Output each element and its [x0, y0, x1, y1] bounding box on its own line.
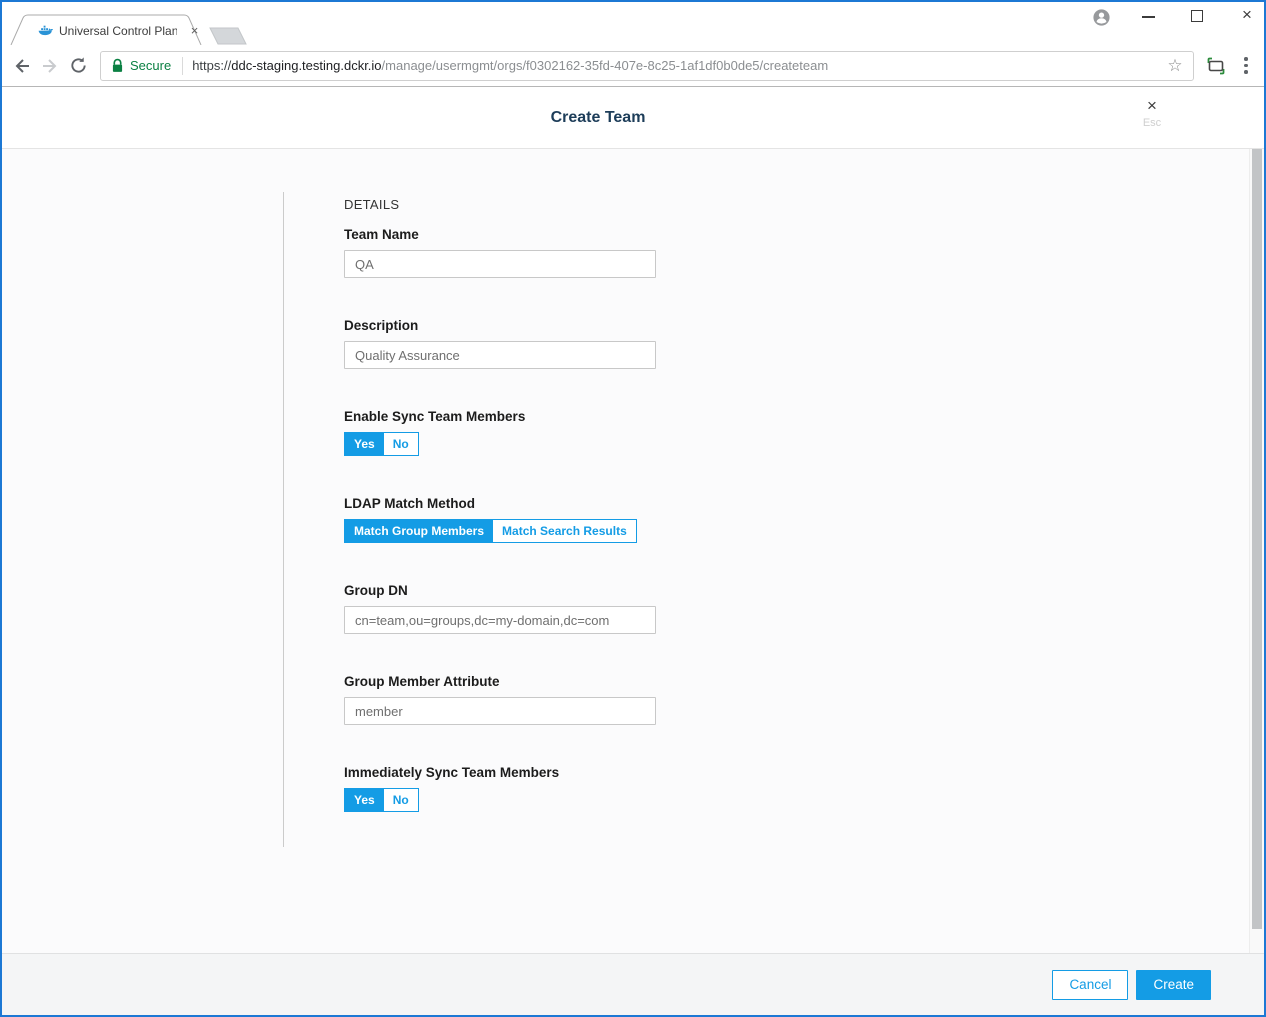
bookmark-star-icon[interactable]	[1163, 54, 1187, 78]
omnibox-divider	[182, 57, 183, 75]
window-close-icon[interactable]	[1238, 5, 1256, 25]
immediate-sync-toggle: Yes No	[344, 788, 419, 812]
details-section-heading: DETAILS	[344, 197, 656, 212]
forward-icon[interactable]	[36, 52, 64, 80]
back-icon[interactable]	[8, 52, 36, 80]
modal-close-button[interactable]: Esc	[1134, 96, 1170, 136]
ldap-match-toggle: Match Group Members Match Search Results	[344, 519, 637, 543]
group-member-attribute-label: Group Member Attribute	[344, 674, 656, 689]
esc-hint: Esc	[1134, 117, 1170, 129]
immediate-sync-group: Immediately Sync Team Members Yes No	[344, 765, 656, 812]
group-dn-label: Group DN	[344, 583, 656, 598]
group-dn-input[interactable]	[344, 606, 656, 634]
match-search-results-option[interactable]: Match Search Results	[493, 520, 636, 542]
url-path: /manage/usermgmt/orgs/f0302162-35fd-407e…	[382, 58, 829, 73]
create-button[interactable]: Create	[1136, 970, 1211, 1000]
create-team-form-area: DETAILS Team Name Description Enable Syn…	[2, 149, 1264, 953]
enable-sync-toggle: Yes No	[344, 432, 419, 456]
close-icon	[1134, 96, 1170, 116]
tab-close-icon[interactable]	[187, 23, 202, 39]
group-member-attribute-input[interactable]	[344, 697, 656, 725]
window-minimize-button[interactable]	[1142, 16, 1155, 18]
description-group: Description	[344, 318, 656, 369]
group-dn-group: Group DN	[344, 583, 656, 634]
description-input[interactable]	[344, 341, 656, 369]
page-title: Create Team	[551, 109, 716, 127]
immediate-sync-no-option[interactable]: No	[384, 789, 418, 811]
new-tab-button[interactable]	[210, 28, 246, 44]
scrollbar-thumb[interactable]	[1252, 149, 1262, 929]
browser-titlebar: Universal Control Plane	[2, 2, 1264, 45]
browser-tab[interactable]: Universal Control Plane	[22, 16, 202, 45]
create-team-form: DETAILS Team Name Description Enable Syn…	[344, 197, 656, 852]
ldap-match-group: LDAP Match Method Match Group Members Ma…	[344, 496, 656, 543]
match-group-members-option[interactable]: Match Group Members	[345, 520, 493, 542]
enable-sync-no-option[interactable]: No	[384, 433, 418, 455]
enable-sync-yes-option[interactable]: Yes	[345, 433, 384, 455]
page-scrollbar[interactable]	[1249, 149, 1264, 953]
team-name-input[interactable]	[344, 250, 656, 278]
ldap-match-label: LDAP Match Method	[344, 496, 656, 511]
docker-whale-icon	[38, 24, 53, 38]
team-name-group: Team Name	[344, 227, 656, 278]
reload-icon[interactable]	[64, 52, 92, 80]
enable-sync-label: Enable Sync Team Members	[344, 409, 656, 424]
tab-title: Universal Control Plane	[59, 24, 177, 38]
profile-icon[interactable]	[1092, 8, 1111, 27]
enable-sync-group: Enable Sync Team Members Yes No	[344, 409, 656, 456]
url-text: https://ddc-staging.testing.dckr.io/mana…	[192, 58, 828, 73]
url-scheme: https://	[192, 58, 231, 73]
immediate-sync-label: Immediately Sync Team Members	[344, 765, 656, 780]
browser-window: Universal Control Plane	[0, 0, 1266, 1017]
url-domain: ddc-staging.testing.dckr.io	[231, 58, 381, 73]
browser-toolbar: Secure https://ddc-staging.testing.dckr.…	[2, 45, 1264, 87]
cancel-button[interactable]: Cancel	[1052, 970, 1128, 1000]
modal-footer: Cancel Create	[2, 953, 1264, 1015]
secure-lock-icon[interactable]	[112, 58, 123, 73]
immediate-sync-yes-option[interactable]: Yes	[345, 789, 384, 811]
section-vertical-rule	[283, 192, 284, 847]
address-bar[interactable]: Secure https://ddc-staging.testing.dckr.…	[100, 51, 1194, 81]
group-member-attribute-group: Group Member Attribute	[344, 674, 656, 725]
description-label: Description	[344, 318, 656, 333]
secure-label: Secure	[130, 58, 171, 73]
screenshot-extension-icon[interactable]	[1204, 54, 1228, 78]
modal-header: Create Team Esc	[2, 88, 1264, 149]
team-name-label: Team Name	[344, 227, 656, 242]
window-maximize-button[interactable]	[1191, 10, 1203, 22]
chrome-menu-icon[interactable]	[1236, 54, 1256, 78]
